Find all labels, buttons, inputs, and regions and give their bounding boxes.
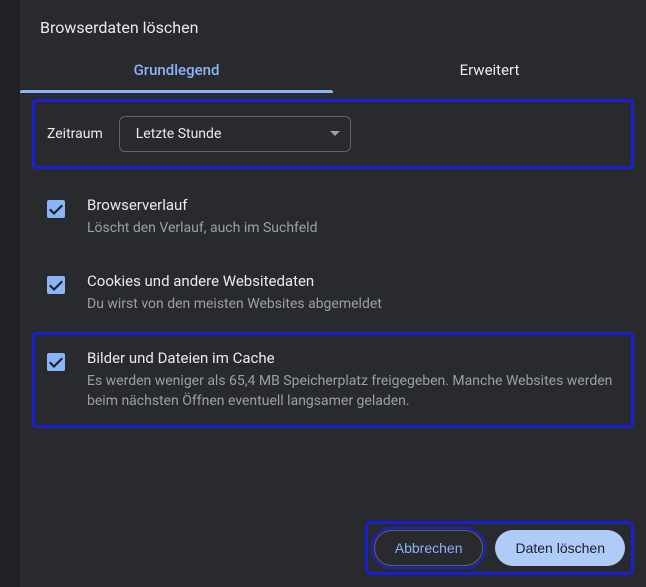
option-cache: Bilder und Dateien im Cache Es werden we… <box>32 332 634 429</box>
time-range-row: Zeitraum Letzte Stunde <box>32 99 634 169</box>
check-icon <box>49 203 63 215</box>
option-title: Bilder und Dateien im Cache <box>87 349 615 367</box>
time-range-label: Zeitraum <box>47 126 103 142</box>
clear-data-dialog: Browserdaten löschen Grundlegend Erweite… <box>20 0 646 587</box>
check-icon <box>49 279 63 291</box>
tab-underline <box>20 90 333 93</box>
options-list: Browserverlauf Löscht den Verlauf, auch … <box>28 179 638 428</box>
checkbox-cache[interactable] <box>47 353 65 371</box>
option-title: Cookies und andere Websitedaten <box>87 272 615 290</box>
dialog-footer: Abbrechen Daten löschen <box>365 521 634 575</box>
tab-basic[interactable]: Grundlegend <box>20 49 333 93</box>
option-cookies: Cookies und andere Websitedaten Du wirst… <box>32 255 634 331</box>
tab-advanced[interactable]: Erweitert <box>333 49 646 93</box>
time-range-select[interactable]: Letzte Stunde <box>119 116 351 152</box>
option-desc: Löscht den Verlauf, auch im Suchfeld <box>87 218 615 238</box>
option-body: Cookies und andere Websitedaten Du wirst… <box>87 272 615 314</box>
option-body: Bilder und Dateien im Cache Es werden we… <box>87 349 615 412</box>
cancel-button[interactable]: Abbrechen <box>374 530 484 566</box>
chevron-down-icon <box>330 131 340 137</box>
dialog-title: Browserdaten löschen <box>20 0 646 49</box>
tabs: Grundlegend Erweitert <box>20 49 646 93</box>
checkbox-browsing-history[interactable] <box>47 200 65 218</box>
option-browsing-history: Browserverlauf Löscht den Verlauf, auch … <box>32 179 634 255</box>
option-body: Browserverlauf Löscht den Verlauf, auch … <box>87 196 615 238</box>
content: Zeitraum Letzte Stunde Browserverlauf Lö… <box>20 99 646 428</box>
option-title: Browserverlauf <box>87 196 615 214</box>
clear-data-button[interactable]: Daten löschen <box>495 530 625 566</box>
option-desc: Du wirst von den meisten Websites abgeme… <box>87 294 615 314</box>
checkbox-cookies[interactable] <box>47 276 65 294</box>
check-icon <box>49 356 63 368</box>
time-range-value: Letzte Stunde <box>136 126 222 142</box>
option-desc: Es werden weniger als 65,4 MB Speicherpl… <box>87 371 615 412</box>
